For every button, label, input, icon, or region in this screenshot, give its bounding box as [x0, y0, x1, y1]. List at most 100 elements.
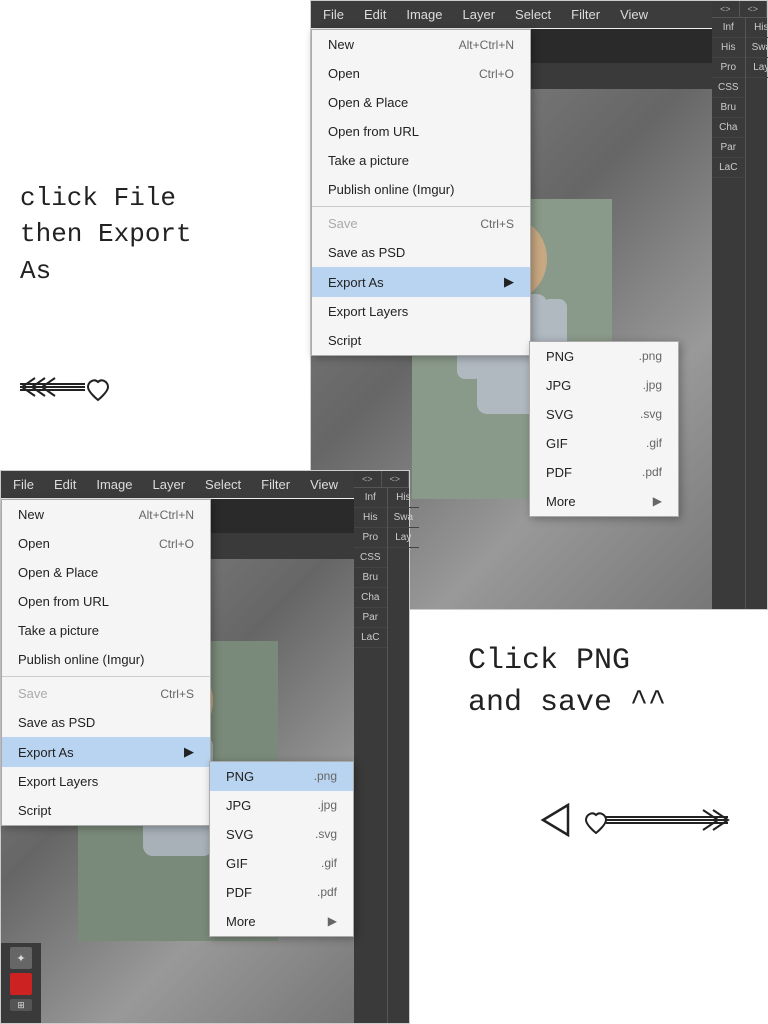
divider1-bottom [2, 676, 210, 677]
submenu-arrow-bottom: ▶ [184, 744, 194, 760]
menubar-top: File Edit Image Layer Select Filter View [311, 1, 767, 28]
submenu-jpg-top[interactable]: JPG .jpg [530, 371, 678, 400]
submenu-more-bottom[interactable]: More ▶ [210, 907, 353, 936]
menu-item-script-bottom[interactable]: Script [2, 796, 210, 825]
menu-item-export-as-bottom[interactable]: Export As ▶ [2, 737, 210, 767]
menu-layer-bottom[interactable]: Layer [149, 475, 190, 494]
tool-cursor[interactable]: ✦ [10, 947, 32, 969]
menu-item-new-top[interactable]: New Alt+Ctrl+N [312, 30, 530, 59]
submenu-more-top[interactable]: More ▶ [530, 487, 678, 516]
instruction-line1: click File [20, 183, 176, 213]
right-panel-header-top: <> <> [712, 1, 767, 18]
menu-item-publish-bottom[interactable]: Publish online (Imgur) [2, 645, 210, 674]
panel-lac: LaC [712, 158, 745, 178]
arrow-heart-decoration-top [20, 370, 140, 405]
right-panel-header-bottom: <> <> [354, 471, 409, 488]
menu-item-open-place-top[interactable]: Open & Place [312, 88, 530, 117]
menu-item-script-top[interactable]: Script [312, 326, 530, 355]
file-dropdown-top: New Alt+Ctrl+N Open Ctrl+O Open & Place … [311, 29, 531, 356]
submenu-pdf-top[interactable]: PDF .pdf [530, 458, 678, 487]
menu-select[interactable]: Select [511, 5, 555, 24]
panel-his2: His [746, 18, 768, 38]
instruction-line-click-png: Click PNG [468, 644, 630, 678]
instruction-bottom: Click PNG and save ^^ [468, 640, 748, 724]
tool-extra[interactable]: ⊞ [10, 999, 32, 1011]
submenu-pdf-bottom[interactable]: PDF .pdf [210, 878, 353, 907]
panel-inf-bottom: Inf [354, 488, 387, 508]
toolbox-bottom: ✦ ⊞ [1, 943, 41, 1023]
tool-extra-icon: ⊞ [17, 1000, 25, 1011]
menu-image-bottom[interactable]: Image [92, 475, 136, 494]
right-panel-col2-header-bottom: <> [382, 471, 410, 487]
cursor-icon: ✦ [16, 952, 25, 965]
panel-his1: His [712, 38, 745, 58]
arrow-decoration-svg-top [20, 370, 140, 405]
submenu-svg-bottom[interactable]: SVG .svg [210, 820, 353, 849]
menu-item-export-layers-bottom[interactable]: Export Layers [2, 767, 210, 796]
submenu-arrow-top: ▶ [504, 274, 514, 290]
submenu-png-top[interactable]: PNG .png [530, 342, 678, 371]
panel-inf: Inf [712, 18, 745, 38]
menu-item-open-place-bottom[interactable]: Open & Place [2, 558, 210, 587]
menu-image[interactable]: Image [402, 5, 446, 24]
panel-lay-bottom: Lay [388, 528, 419, 548]
menubar-bottom: File Edit Image Layer Select Filter View [1, 471, 409, 498]
menu-item-take-picture-top[interactable]: Take a picture [312, 146, 530, 175]
panel-par: Par [712, 138, 745, 158]
menu-edit[interactable]: Edit [360, 5, 390, 24]
menu-file[interactable]: File [319, 5, 348, 24]
menu-item-new-bottom[interactable]: New Alt+Ctrl+N [2, 500, 210, 529]
menu-file-bottom[interactable]: File [9, 475, 38, 494]
menu-select-bottom[interactable]: Select [201, 475, 245, 494]
right-panel-bottom: <> <> Inf His Pro CSS Bru Cha Par LaC Hi… [354, 471, 409, 1023]
menu-layer[interactable]: Layer [459, 5, 500, 24]
menu-item-save-bottom: Save Ctrl+S [2, 679, 210, 708]
panel-bru: Bru [712, 98, 745, 118]
submenu-gif-top[interactable]: GIF .gif [530, 429, 678, 458]
instruction-line3: As [20, 256, 51, 286]
file-dropdown-bottom: New Alt+Ctrl+N Open Ctrl+O Open & Place … [1, 499, 211, 826]
tool-color-red[interactable] [10, 973, 32, 995]
panel-par-bottom: Par [354, 608, 387, 628]
panel-his1-bottom: His [354, 508, 387, 528]
panel-pro-bottom: Pro [354, 528, 387, 548]
panel-css-bottom: CSS [354, 548, 387, 568]
submenu-jpg-bottom[interactable]: JPG .jpg [210, 791, 353, 820]
instruction-line2: then Export [20, 219, 192, 249]
export-submenu-bottom: PNG .png JPG .jpg SVG .svg GIF .gif PDF … [209, 761, 354, 937]
right-panel-col1-header: <> [712, 1, 740, 17]
menu-item-open-url-top[interactable]: Open from URL [312, 117, 530, 146]
panel-swa-bottom: Swa [388, 508, 419, 528]
menu-item-save-psd-top[interactable]: Save as PSD [312, 238, 530, 267]
right-panel-col2-header: <> [740, 1, 768, 17]
submenu-png-bottom[interactable]: PNG .png [210, 762, 353, 791]
right-panel-col1-header-bottom: <> [354, 471, 382, 487]
menu-item-open-bottom[interactable]: Open Ctrl+O [2, 529, 210, 558]
export-submenu-top: PNG .png JPG .jpg SVG .svg GIF .gif PDF … [529, 341, 679, 517]
menu-item-save-psd-bottom[interactable]: Save as PSD [2, 708, 210, 737]
menu-filter-bottom[interactable]: Filter [257, 475, 294, 494]
menu-edit-bottom[interactable]: Edit [50, 475, 80, 494]
screenshot-bottom: File Edit Image Layer Select Filter View… [0, 470, 410, 1024]
panel-cha-bottom: Cha [354, 588, 387, 608]
menu-item-save-top: Save Ctrl+S [312, 209, 530, 238]
menu-item-export-layers-top[interactable]: Export Layers [312, 297, 530, 326]
menu-item-open-top[interactable]: Open Ctrl+O [312, 59, 530, 88]
menu-item-publish-top[interactable]: Publish online (Imgur) [312, 175, 530, 204]
instruction-line-save: and save ^^ [468, 686, 666, 720]
panel-lac-bottom: LaC [354, 628, 387, 648]
divider1-top [312, 206, 530, 207]
panel-his2-bottom: His [388, 488, 419, 508]
panel-lay: Lay [746, 58, 768, 78]
menu-view-bottom[interactable]: View [306, 475, 342, 494]
submenu-gif-bottom[interactable]: GIF .gif [210, 849, 353, 878]
panel-swa: Swa [746, 38, 768, 58]
menu-item-take-picture-bottom[interactable]: Take a picture [2, 616, 210, 645]
menu-filter[interactable]: Filter [567, 5, 604, 24]
menu-view[interactable]: View [616, 5, 652, 24]
menu-item-open-url-bottom[interactable]: Open from URL [2, 587, 210, 616]
menu-item-export-as-top[interactable]: Export As ▶ [312, 267, 530, 297]
submenu-svg-top[interactable]: SVG .svg [530, 400, 678, 429]
panel-pro: Pro [712, 58, 745, 78]
panel-bru-bottom: Bru [354, 568, 387, 588]
